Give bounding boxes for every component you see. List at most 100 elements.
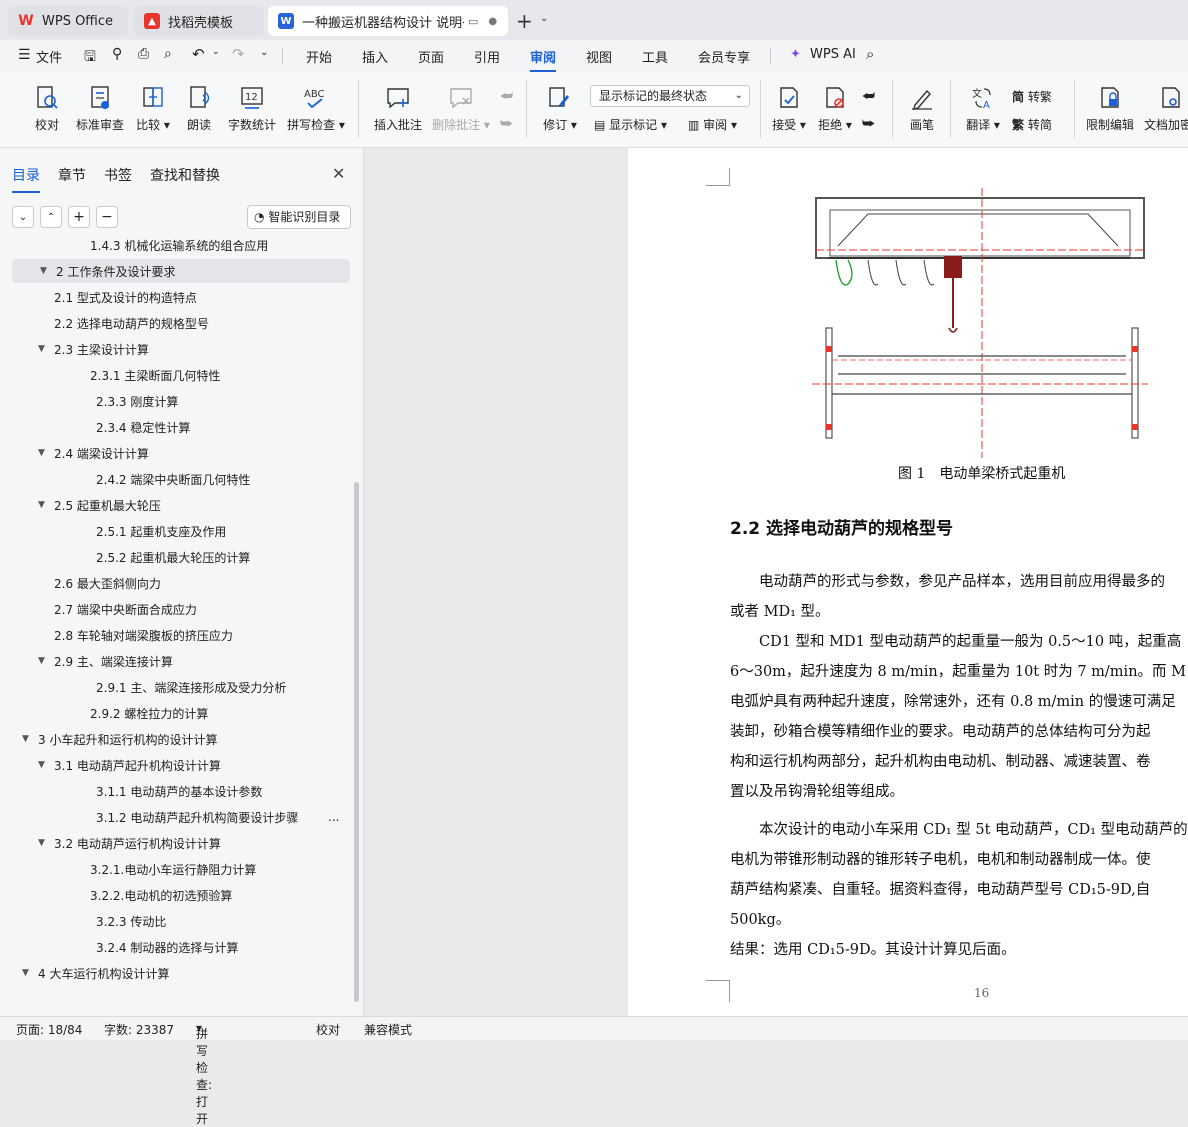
toc-item[interactable]: 2.9.1 主、端梁连接形成及受力分析 — [12, 675, 350, 699]
standard-review-button[interactable]: 标准审查 — [74, 84, 126, 133]
sidebar-scrollbar[interactable] — [354, 482, 359, 1002]
toc-toggle-icon[interactable]: ▼ — [38, 448, 45, 458]
sidebar-tab-find-replace[interactable]: 查找和替换 — [150, 165, 220, 185]
add-heading-button[interactable]: + — [68, 206, 90, 228]
toc-item[interactable]: 3.2.3 传动比 — [12, 909, 350, 933]
toc-item[interactable]: 2.2 选择电动葫芦的规格型号 — [12, 311, 350, 335]
doc-encrypt-button[interactable]: 文档加密 — [1144, 84, 1188, 133]
tab-list-chevron-icon[interactable]: ⌄ — [540, 13, 548, 24]
toc-toggle-icon[interactable]: ▼ — [38, 500, 45, 510]
toc-item[interactable]: ▼ 2 工作条件及设计要求 — [12, 259, 350, 283]
menu-start[interactable]: 开始 — [306, 47, 332, 66]
read-aloud-button[interactable]: 朗读 — [184, 84, 214, 133]
menu-view[interactable]: 视图 — [586, 47, 612, 66]
toc-item[interactable]: 2.5.1 起重机支座及作用 — [12, 519, 350, 543]
toc-item[interactable]: 3.2.4 制动器的选择与计算 — [12, 935, 350, 959]
tab-document[interactable]: W 一种搬运机器结构设计 说明书 ▭ ● — [268, 6, 508, 36]
tab-template[interactable]: ▲ 找稻壳模板 — [134, 6, 264, 36]
menu-file[interactable]: 文件 — [36, 47, 62, 66]
toc-item[interactable]: 2.3.3 刚度计算 — [12, 389, 350, 413]
toc-toggle-icon[interactable]: ▼ — [38, 656, 45, 666]
toc-item[interactable]: ▼ 3 小车起升和运行机构的设计计算 — [12, 727, 350, 751]
toc-item[interactable]: 2.5.2 起重机最大轮压的计算 — [12, 545, 350, 569]
display-state-select[interactable]: 显示标记的最终状态 ⌄ — [590, 85, 750, 107]
show-markup-button[interactable]: ▤ 显示标记 ▾ — [594, 116, 667, 133]
new-tab-button[interactable]: + — [516, 9, 533, 33]
document-area[interactable]: 图 1 电动单梁桥式起重机 2.2 选择电动葫芦的规格型号 电动葫芦的形式与参数… — [364, 148, 1188, 1016]
toc-item[interactable]: 2.1 型式及设计的构造特点 — [12, 285, 350, 309]
toc-toggle-icon[interactable]: ▼ — [22, 734, 29, 744]
revise-button[interactable]: 修订 ▾ — [540, 84, 580, 133]
share-icon[interactable]: ⚲ — [112, 46, 122, 62]
spell-check-button[interactable]: ABC 拼写检查 ▾ — [286, 84, 346, 133]
expand-up-button[interactable]: ⌃ — [40, 206, 62, 228]
sidebar-tab-toc[interactable]: 目录 — [12, 165, 40, 193]
word-count-indicator[interactable]: 字数: 23387 — [104, 1021, 174, 1038]
accept-button[interactable]: 接受 ▾ — [770, 84, 808, 133]
print-icon[interactable]: ⎙ — [138, 46, 149, 62]
redo-icon[interactable]: ↷ — [232, 45, 245, 63]
search-icon[interactable]: ⌕ — [866, 45, 874, 63]
toc-toggle-icon[interactable]: ▼ — [40, 266, 47, 276]
collapse-all-button[interactable]: ⌄ — [12, 206, 34, 228]
remove-heading-button[interactable]: − — [96, 206, 118, 228]
toc-item[interactable]: 2.3.1 主梁断面几何特性 — [12, 363, 350, 387]
prev-revision-icon[interactable]: ⮨ — [862, 88, 875, 104]
tab-wps-office[interactable]: W WPS Office — [8, 6, 128, 36]
toc-item[interactable]: 2.3.4 稳定性计算 — [12, 415, 350, 439]
menu-tools[interactable]: 工具 — [642, 47, 668, 66]
restrict-edit-button[interactable]: 限制编辑 — [1084, 84, 1136, 133]
toc-item[interactable]: ▼ 2.9 主、端梁连接计算 — [12, 649, 350, 673]
review-pane-button[interactable]: ▥ 审阅 ▾ — [688, 116, 737, 133]
menu-insert[interactable]: 插入 — [362, 47, 388, 66]
toc-item[interactable]: 2.4.2 端梁中央断面几何特性 — [12, 467, 350, 491]
menu-reference[interactable]: 引用 — [474, 47, 500, 66]
toc-item[interactable]: 2.6 最大歪斜侧向力 — [12, 571, 350, 595]
toc-item[interactable]: 3.1.2 电动葫芦起升机构简要设计步骤... — [12, 805, 350, 829]
next-comment-icon[interactable]: ⮩ — [500, 116, 513, 132]
toc-item[interactable]: ▼ 3.1 电动葫芦起升机构设计计算 — [12, 753, 350, 777]
to-simplified-button[interactable]: 繁 转简 — [1012, 116, 1052, 133]
menu-review[interactable]: 审阅 — [530, 47, 557, 72]
smart-toc-button[interactable]: ◔ 智能识别目录 — [247, 205, 351, 229]
toc-toggle-icon[interactable]: ▼ — [38, 344, 45, 354]
word-count-button[interactable]: 12 字数统计 — [226, 84, 278, 133]
toc-item[interactable]: 2.9.2 螺栓拉力的计算 — [12, 701, 350, 725]
toc-item[interactable]: 3.1.1 电动葫芦的基本设计参数 — [12, 779, 350, 803]
toc-item[interactable]: 2.7 端梁中央断面合成应力 — [12, 597, 350, 621]
page-indicator[interactable]: 页面: 18/84 — [16, 1021, 82, 1038]
toc-toggle-icon[interactable]: ▼ — [22, 968, 29, 978]
toc-item[interactable]: ▼ 4 大车运行机构设计计算 — [12, 961, 350, 985]
toc-item[interactable]: 2.8 车轮轴对端梁腹板的挤压应力 — [12, 623, 350, 647]
toc-toggle-icon[interactable]: ▼ — [38, 760, 45, 770]
compare-button[interactable]: 比较 ▾ — [134, 84, 172, 133]
insert-comment-button[interactable]: 插入批注 — [370, 84, 426, 133]
toc-item[interactable]: 3.2.2.电动机的初选预验算 — [12, 883, 350, 907]
print-preview-icon[interactable]: ⌕ — [164, 46, 172, 62]
prev-comment-icon[interactable]: ⮨ — [500, 88, 513, 104]
spell-check-indicator[interactable]: 拼写检查: 打开 ▾ — [196, 1021, 212, 1126]
more-options-icon[interactable]: ... — [328, 810, 339, 824]
toc-toggle-icon[interactable]: ▼ — [38, 838, 45, 848]
close-icon[interactable]: ✕ — [332, 164, 345, 183]
menu-wps-ai[interactable]: WPS AI — [810, 47, 856, 62]
next-revision-icon[interactable]: ⮩ — [862, 116, 875, 132]
reject-button[interactable]: 拒绝 ▾ — [816, 84, 854, 133]
sidebar-tab-chapter[interactable]: 章节 — [58, 165, 86, 185]
proofread-button[interactable]: 校对 — [28, 84, 66, 133]
more-chevron-icon[interactable]: ⌄ — [260, 47, 268, 58]
toc-item[interactable]: ▼ 2.3 主梁设计计算 — [12, 337, 350, 361]
save-icon[interactable]: 🖫 — [84, 46, 96, 70]
undo-dropdown-icon[interactable]: ⌄ — [212, 47, 220, 57]
pen-button[interactable]: 画笔 — [906, 84, 938, 133]
to-traditional-button[interactable]: 简 转繁 — [1012, 88, 1052, 105]
undo-icon[interactable]: ↶ — [192, 45, 205, 63]
hamburger-icon[interactable]: ☰ — [18, 47, 31, 63]
proofread-indicator[interactable]: 校对 — [316, 1021, 340, 1038]
sidebar-tab-bookmark[interactable]: 书签 — [104, 165, 132, 185]
menu-page[interactable]: 页面 — [418, 47, 444, 66]
toc-item[interactable]: ▼ 3.2 电动葫芦运行机构设计计算 — [12, 831, 350, 855]
toc-item[interactable]: ▼ 2.4 端梁设计计算 — [12, 441, 350, 465]
document-page[interactable]: 图 1 电动单梁桥式起重机 2.2 选择电动葫芦的规格型号 电动葫芦的形式与参数… — [628, 148, 1188, 1016]
menu-member[interactable]: 会员专享 — [698, 47, 750, 66]
